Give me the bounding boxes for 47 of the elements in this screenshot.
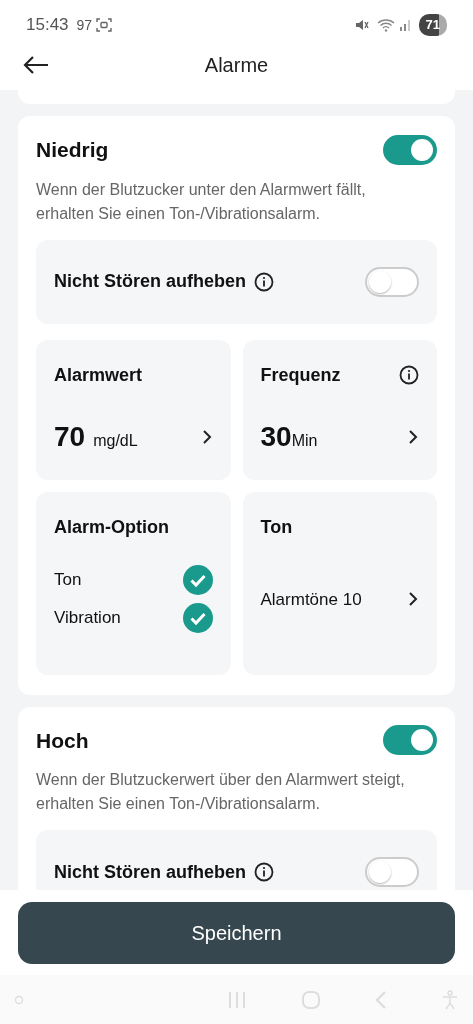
chevron-icon	[407, 428, 419, 445]
option-label: Ton	[54, 568, 82, 591]
tile-label: Alarm-Option	[54, 515, 170, 539]
checkmark-icon[interactable]	[182, 564, 213, 595]
setting-label: Nicht Stören aufheben	[54, 270, 246, 293]
screenshot-icon	[96, 17, 113, 33]
chevron-icon	[407, 591, 419, 608]
info-icon	[254, 862, 274, 882]
chevron-icon	[200, 428, 213, 445]
status-time: 15:43	[26, 14, 69, 37]
value-text: 70 mg/dL	[54, 419, 138, 454]
accessibility-icon[interactable]	[441, 989, 459, 1010]
info-icon	[399, 365, 419, 385]
alarm-value-tile[interactable]: Alarmwert 70 mg/dL	[36, 339, 231, 480]
checkmark-icon[interactable]	[182, 602, 213, 633]
recents-icon[interactable]	[227, 990, 248, 1009]
signal-icon	[398, 19, 411, 31]
tile-label: Alarmwert	[54, 363, 143, 387]
description-text: Wenn der Blutzucker unter den Alarmwert fällt, erhalten Sie einen Ton-/Vibrationsalarm.	[36, 179, 367, 224]
setting-label: Nicht Stören aufheben	[54, 860, 246, 884]
home-icon[interactable]	[300, 989, 321, 1010]
dot-icon	[14, 994, 24, 1005]
info-icon	[254, 271, 274, 292]
setting-row[interactable]: Nicht Stören aufheben	[36, 830, 437, 890]
frequency-tile[interactable]: Frequenz 30Min	[242, 339, 437, 480]
description-text: Wenn der Blutzuckerwert über den Alarmwert steigt, erhalten Sie einen Ton-/Vibrationsalarm.	[36, 770, 406, 814]
mute-icon	[354, 18, 369, 32]
value-text: 30Min	[260, 419, 318, 454]
tile-label: Frequenz	[260, 363, 341, 387]
toggle-switch[interactable]	[383, 134, 437, 165]
tone-tile[interactable]: Ton Alarmtöne 10	[242, 491, 437, 675]
setting-row[interactable]: Nicht Stören aufheben	[36, 239, 437, 324]
tone-value: Alarmtöne 10	[260, 588, 362, 611]
tile-label: Ton	[260, 515, 294, 539]
option-label: Vibration	[54, 606, 121, 629]
back-button[interactable]	[22, 55, 50, 75]
toggle-switch[interactable]	[383, 725, 437, 756]
battery-indicator: 71	[418, 14, 447, 36]
status-number: 97	[76, 15, 93, 35]
save-button[interactable]: Speichern	[18, 902, 455, 964]
section-title: Hoch	[36, 727, 89, 754]
wifi-icon	[376, 18, 395, 32]
section-title: Niedrig	[36, 137, 109, 163]
toggle-switch[interactable]	[365, 266, 419, 297]
page-title: Alarme	[204, 53, 269, 78]
toggle-switch[interactable]	[365, 857, 419, 887]
back-icon[interactable]	[373, 989, 388, 1010]
